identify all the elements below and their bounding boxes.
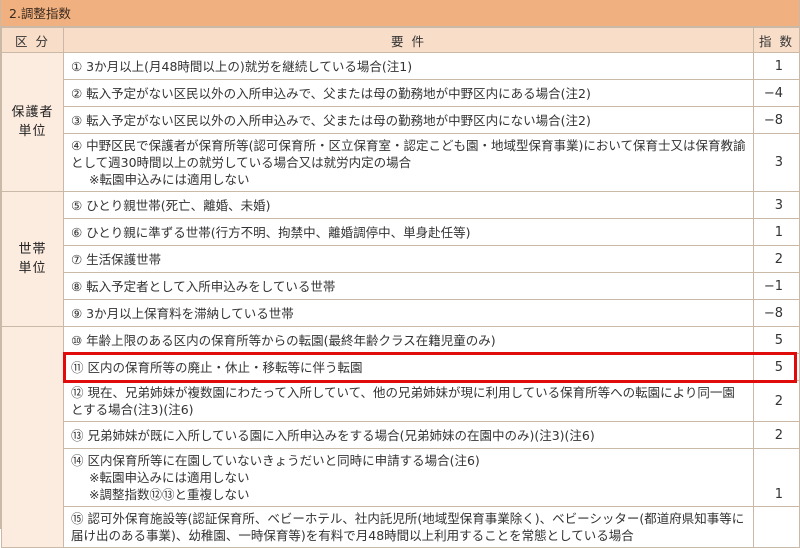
requirement-cell: ② 転入予定がない区民以外の入所申込みで、父または母の勤務地が中野区内にある場合… (63, 79, 754, 107)
index-value: 1 (753, 52, 800, 80)
section-title: 2.調整指数 (1, 0, 799, 27)
requirement-cell: ⑭ 区内保育所等に在園していないきょうだいと同時に申請する場合(注6) ※転園申… (63, 448, 754, 507)
table-row: ⑦ 生活保護世帯 2 (2, 245, 800, 273)
table-header-row: 区 分 要 件 指 数 (1, 27, 800, 53)
table-row: ⑩ 年齢上限のある区内の保育所等からの転園(最終年齢クラス在籍児童のみ) 5 (1, 326, 800, 548)
category-cell-guardian: 保護者 単位 (1, 52, 64, 192)
header-category: 区 分 (1, 27, 64, 53)
requirement-note: ※調整指数⑫⑬と重複しない (89, 487, 250, 502)
requirement-cell: ⑤ ひとり親世帯(死亡、離婚、未婚) (63, 191, 754, 219)
requirement-cell: ③ 転入予定がない区民以外の入所申込みで、父または母の勤務地が中野区内にない場合… (63, 106, 754, 134)
index-value: −8 (753, 106, 800, 134)
requirement-cell: ⑥ ひとり親に準ずる世帯(行方不明、拘禁中、離婚調停中、単身赴任等) (63, 218, 754, 246)
table-row: ⑧ 転入予定者として入所申込みをしている世帯 −1 (2, 272, 800, 300)
table-row: ⑬ 兄弟姉妹が既に入所している園に入所申込みをする場合(兄弟姉妹の在園中のみ)(… (2, 421, 800, 449)
table-row: ④ 中野区民で保護者が保育所等(認可保育所・区立保育室・認定こども園・地域型保育… (2, 133, 800, 192)
table-row: ⑥ ひとり親に準ずる世帯(行方不明、拘禁中、離婚調停中、単身赴任等) 1 (2, 218, 800, 246)
index-value: 3 (753, 133, 800, 192)
table-row: ③ 転入予定がない区民以外の入所申込みで、父または母の勤務地が中野区内にない場合… (2, 106, 800, 134)
index-value: 2 (753, 380, 800, 422)
requirement-cell: ⑬ 兄弟姉妹が既に入所している園に入所申込みをする場合(兄弟姉妹の在園中のみ)(… (63, 421, 754, 449)
requirement-cell: ④ 中野区民で保護者が保育所等(認可保育所・区立保育室・認定こども園・地域型保育… (63, 133, 754, 192)
header-index: 指 数 (753, 27, 800, 53)
category-cell-household: 世帯 単位 (1, 191, 64, 327)
index-value: 2 (753, 421, 800, 449)
header-requirement: 要 件 (63, 27, 754, 53)
table-row: ⑭ 区内保育所等に在園していないきょうだいと同時に申請する場合(注6) ※転園申… (2, 448, 800, 507)
adjustment-index-table: 区 分 要 件 指 数 保護者 単位 ① 3か月以上(月48時間以上の)就労を継… (1, 27, 800, 548)
index-value (753, 506, 800, 548)
table-row: ⑨ 3か月以上保育料を滞納している世帯 −8 (2, 299, 800, 327)
requirement-cell: ⑫ 現在、兄弟姉妹が複数園にわたって入所していて、他の兄弟姉妹が現に利用している… (63, 380, 754, 422)
requirement-cell: ① 3か月以上(月48時間以上の)就労を継続している場合(注1) (63, 52, 754, 80)
index-value: 1 (753, 448, 800, 507)
table-row-highlighted: ⑪ 区内の保育所等の廃止・休止・移転等に伴う転園 5 (2, 353, 800, 381)
index-value: −1 (753, 272, 800, 300)
requirement-cell: ⑮ 認可外保育施設等(認証保育所、ベビーホテル、社内託児所(地域型保育事業除く)… (63, 506, 754, 548)
index-value: 2 (753, 245, 800, 273)
requirement-note: ※転園申込みには適用しない (89, 172, 250, 187)
adjustment-index-document: 2.調整指数 区 分 要 件 指 数 保護者 単位 ① 3か月以上(月48時間以… (0, 0, 800, 548)
table-row: ② 転入予定がない区民以外の入所申込みで、父または母の勤務地が中野区内にある場合… (2, 79, 800, 107)
requirement-cell: ⑧ 転入予定者として入所申込みをしている世帯 (63, 272, 754, 300)
category-cell-child (1, 326, 64, 548)
table-row: ⑫ 現在、兄弟姉妹が複数園にわたって入所していて、他の兄弟姉妹が現に利用している… (2, 380, 800, 422)
index-value: 5 (753, 326, 800, 354)
index-value: 3 (753, 191, 800, 219)
requirement-cell: ⑨ 3か月以上保育料を滞納している世帯 (63, 299, 754, 327)
index-value: 1 (753, 218, 800, 246)
requirement-note: ※転園申込みには適用しない (89, 470, 250, 485)
index-value: −4 (753, 79, 800, 107)
table-row: 世帯 単位 ⑤ ひとり親世帯(死亡、離婚、未婚) 3 (1, 191, 800, 327)
table-row: 保護者 単位 ① 3か月以上(月48時間以上の)就労を継続している場合(注1) … (1, 52, 800, 192)
index-value: 5 (753, 353, 800, 381)
requirement-cell: ⑦ 生活保護世帯 (63, 245, 754, 273)
index-value: −8 (753, 299, 800, 327)
requirement-cell: ⑪ 区内の保育所等の廃止・休止・移転等に伴う転園 (63, 353, 754, 381)
table-row: ⑮ 認可外保育施設等(認証保育所、ベビーホテル、社内託児所(地域型保育事業除く)… (2, 506, 800, 548)
requirement-cell: ⑩ 年齢上限のある区内の保育所等からの転園(最終年齢クラス在籍児童のみ) (63, 326, 754, 354)
